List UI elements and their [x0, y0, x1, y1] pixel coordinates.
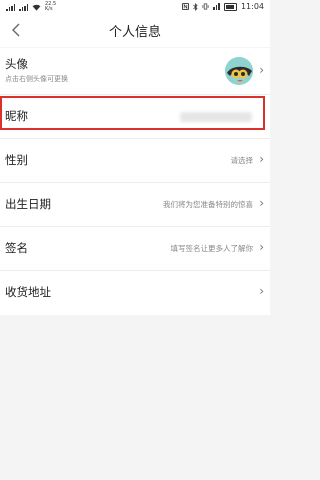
bluetooth-icon	[193, 2, 199, 11]
status-left: 22.5 K/s	[6, 2, 56, 12]
birthday-row[interactable]: 出生日期 我们将为您准备特别的惊喜 ›	[0, 183, 270, 227]
avatar-label: 头像	[5, 57, 28, 71]
avatar-image-icon	[225, 57, 253, 85]
signature-value: 填写签名让更多人了解你	[170, 244, 254, 253]
chevron-right-icon: ›	[259, 284, 264, 298]
address-label: 收货地址	[5, 285, 51, 299]
cell-signal-icon	[6, 3, 15, 11]
gender-row[interactable]: 性别 请选择 ›	[0, 139, 270, 183]
signature-row[interactable]: 签名 填写签名让更多人了解你 ›	[0, 227, 270, 271]
cell-signal-2-icon	[19, 3, 28, 11]
address-row[interactable]: 收货地址 ›	[0, 271, 270, 315]
gender-value: 请选择	[230, 156, 254, 165]
wifi-icon	[32, 4, 41, 11]
avatar-hint: 点击右侧头像可更换	[5, 75, 68, 83]
profile-list: 头像 点击右侧头像可更换 › 昵称 性别 请选择 › 出生日期 我们将为您准备特…	[0, 48, 270, 315]
vibrate-icon	[202, 3, 209, 10]
page-title: 个人信息	[108, 25, 161, 40]
status-right: 11:04	[182, 2, 264, 11]
gender-label: 性别	[5, 153, 28, 167]
battery-icon	[223, 2, 237, 11]
avatar[interactable]	[225, 57, 253, 85]
avatar-row[interactable]: 头像 点击右侧头像可更换 ›	[0, 48, 270, 95]
netspeed-unit: K/s	[45, 6, 53, 12]
nickname-row[interactable]: 昵称	[0, 95, 270, 139]
nickname-label: 昵称	[5, 109, 28, 123]
nfc-icon	[182, 3, 190, 10]
status-time: 11:04	[240, 2, 264, 11]
chevron-right-icon: ›	[259, 240, 264, 254]
header-bar: 个人信息	[0, 14, 270, 47]
chevron-right-icon: ›	[259, 152, 264, 166]
birthday-value: 我们将为您准备特别的惊喜	[163, 200, 253, 209]
birthday-label: 出生日期	[5, 197, 51, 211]
nickname-value-blurred	[180, 112, 252, 122]
wifi-signal-icon	[213, 3, 220, 10]
status-bar: 22.5 K/s 11:04	[0, 0, 270, 14]
chevron-right-icon: ›	[259, 196, 264, 210]
signature-label: 签名	[5, 241, 28, 255]
chevron-right-icon: ›	[259, 63, 264, 77]
